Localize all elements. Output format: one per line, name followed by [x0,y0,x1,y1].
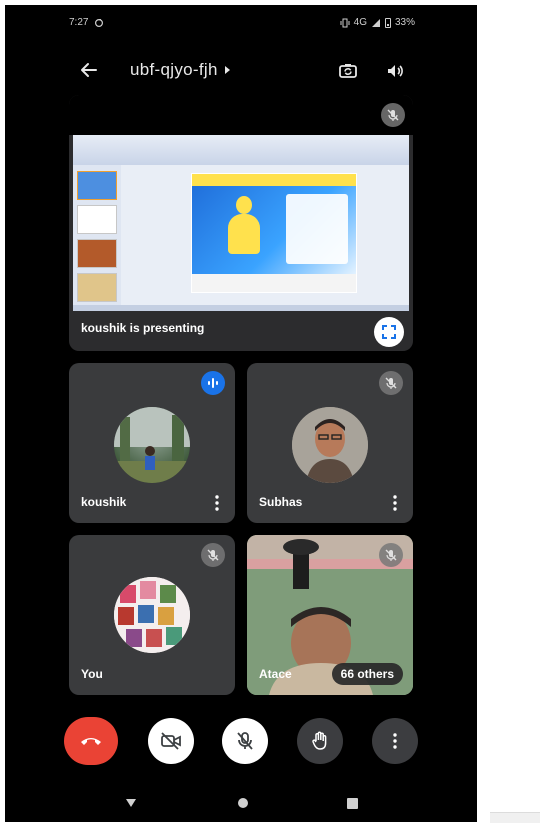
square-recents-icon [346,797,358,809]
slide-thumbnail [77,171,117,200]
avatar [292,407,368,483]
meeting-app-bar: ubf-qjyo-fjh [5,50,477,90]
status-battery: 33% [394,17,415,28]
end-call-button[interactable] [64,717,118,765]
vibrate-icon [340,18,350,27]
slide-thumbnail [77,205,117,234]
mic-off-icon [237,732,253,750]
slide-thumbnails [73,165,122,305]
camera-switch-icon [339,64,357,78]
mute-badge [201,543,225,567]
camera-toggle-button[interactable] [148,718,194,764]
shared-screen [73,135,409,311]
current-slide [191,173,357,293]
sync-icon [95,18,104,27]
caret-right-icon [224,66,230,74]
nav-back-button[interactable] [121,793,141,813]
system-nav-bar [5,785,477,821]
others-count-chip[interactable]: 66 others [331,663,403,685]
status-time: 7:27 [69,17,89,28]
mute-badge [379,543,403,567]
more-vert-icon [393,495,397,511]
mic-off-icon [385,549,397,561]
presentation-tile[interactable]: koushik is presenting [69,95,413,351]
switch-camera-button[interactable] [335,58,361,84]
arrow-left-icon [81,63,97,77]
participant-name: koushik [81,495,127,509]
slide-thumbnail [77,239,117,268]
battery-icon [384,17,391,28]
circle-home-icon [238,798,248,808]
call-end-icon [81,738,101,745]
nav-recents-button[interactable] [342,793,362,813]
meeting-code: ubf-qjyo-fjh [130,60,218,79]
more-vert-icon [215,495,219,511]
phone-screen: 7:27 4G 33% ubf-qjyo-fjh koushik is pres… [5,5,477,822]
yoga-figure [236,196,252,214]
slide-canvas [121,165,409,305]
raise-hand-button[interactable] [297,718,343,764]
participant-name: You [81,667,103,681]
slide-thumbnail [77,273,117,302]
audio-wave-icon [208,378,218,388]
meeting-code-button[interactable]: ubf-qjyo-fjh [130,60,230,80]
participant-menu-button[interactable] [207,491,227,515]
avatar [114,577,190,653]
fullscreen-icon [382,325,396,339]
participant-tile[interactable]: You [69,535,235,695]
triangle-back-icon [126,799,136,807]
mute-badge [379,371,403,395]
page-edge [490,812,540,823]
raise-hand-icon [312,731,327,750]
speaking-badge [201,371,225,395]
participant-name: Subhas [259,495,303,509]
ppt-status-bar [73,305,409,311]
participant-tile[interactable]: Atace 66 others [247,535,413,695]
nav-home-button[interactable] [233,793,253,813]
participant-tile[interactable]: koushik [69,363,235,523]
ppt-ribbon [73,135,409,166]
participant-tile[interactable]: Subhas [247,363,413,523]
status-network: 4G [353,17,367,28]
presenting-label: koushik is presenting [81,321,205,335]
participant-name: Atace [259,667,292,681]
speaker-button[interactable] [382,58,408,84]
mic-off-icon [385,377,397,389]
call-controls [5,717,477,768]
video-off-icon [161,732,181,750]
signal-icon [371,18,380,27]
more-options-button[interactable] [372,718,418,764]
more-vert-icon [393,733,397,749]
speaker-icon [388,65,403,77]
back-button[interactable] [77,58,101,82]
slide-info-panel [286,194,348,264]
presenter-mute-badge [381,103,405,127]
avatar [114,407,190,483]
fullscreen-button[interactable] [374,317,404,347]
mic-off-icon [387,109,399,121]
mic-off-icon [207,549,219,561]
participant-menu-button[interactable] [385,491,405,515]
mic-toggle-button[interactable] [222,718,268,764]
status-bar: 7:27 4G 33% [5,13,477,33]
